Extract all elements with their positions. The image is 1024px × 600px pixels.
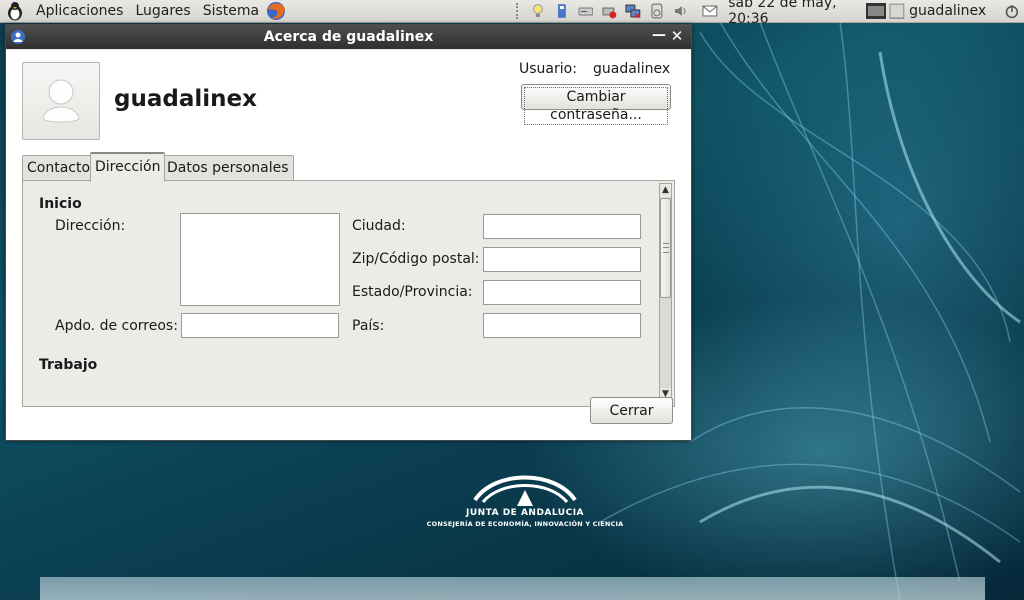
power-icon[interactable] [1004,3,1020,19]
scrollbar-grip [663,243,669,253]
zip-label: Zip/Código postal: [352,251,480,267]
scroll-up-arrow-icon[interactable]: ▲ [660,184,671,197]
media-player-icon[interactable] [649,3,665,19]
printer-error-icon[interactable] [601,3,617,19]
estado-input[interactable] [483,280,641,305]
logo-arcs-icon [473,475,577,506]
change-password-label: Cambiar contraseña... [524,87,668,125]
close-icon[interactable]: ✕ [669,27,685,45]
change-password-button[interactable]: Cambiar contraseña... [521,84,671,125]
network-disconnected-icon[interactable] [625,3,641,19]
panel-username[interactable]: guadalinex [909,3,992,19]
tab-datos-personales[interactable]: Datos personales [162,155,294,181]
menu-sistema[interactable]: Sistema [197,0,265,22]
apdo-label: Apdo. de correos: [55,318,178,334]
hard-drive-icon[interactable] [578,3,594,19]
bottom-panel-strip [40,577,985,600]
distro-logo-icon[interactable] [0,0,30,22]
section-trabajo-heading: Trabajo [39,357,98,373]
user-full-name: guadalinex [114,86,257,112]
estado-label: Estado/Provincia: [352,284,473,300]
usb-drive-icon[interactable] [554,3,570,19]
tab-contacto[interactable]: Contacto [22,155,96,181]
volume-icon[interactable] [673,3,689,19]
direccion-label: Dirección: [55,218,126,234]
lightbulb-icon[interactable] [530,3,546,19]
window-menu-icon[interactable] [10,29,26,45]
top-panel: Aplicaciones Lugares Sistema ▼ sáb 22 de… [0,0,1024,27]
menu-lugares[interactable]: Lugares [129,0,196,22]
zip-input[interactable] [483,247,641,272]
junta-andalucia-logo: JUNTA DE ANDALUCIA CONSEJERÍA DE ECONOMÍ… [425,462,625,552]
ciudad-input[interactable] [483,214,641,239]
close-button[interactable]: Cerrar [590,397,673,424]
mail-icon[interactable] [702,3,718,19]
usuario-value: guadalinex [593,61,671,77]
about-me-dialog: Acerca de guadalinex — ✕ guadalinex Usua… [5,24,692,441]
panel-separator [516,3,522,19]
pais-label: País: [352,318,385,334]
apdo-input[interactable] [181,313,339,338]
menu-aplicaciones[interactable]: Aplicaciones [30,0,129,22]
scrollbar-thumb[interactable] [660,198,671,298]
dialog-titlebar[interactable]: Acerca de guadalinex — ✕ [6,25,691,49]
tab-panel-direccion: Inicio Dirección: Apdo. de correos: Ciud… [22,180,675,407]
ciudad-label: Ciudad: [352,218,406,234]
pais-input[interactable] [483,313,641,338]
minimize-icon[interactable]: — [651,27,667,45]
dialog-content: guadalinex Usuario: guadalinex Cambiar c… [6,50,691,440]
dialog-title: Acerca de guadalinex [263,29,434,45]
tab-direccion[interactable]: Dirección [90,152,166,182]
section-inicio-heading: Inicio [39,196,82,212]
firefox-launcher-icon[interactable] [265,0,287,22]
direccion-textarea[interactable] [180,213,340,306]
user-switcher-icon[interactable] [889,3,905,19]
avatar-button[interactable] [22,62,100,140]
vertical-scrollbar[interactable]: ▲ ▼ [659,183,672,402]
logo-text-junta: JUNTA DE ANDALUCIA [465,508,585,518]
user-avatar-icon [42,79,80,123]
usuario-label: Usuario: [519,61,577,77]
clock-text[interactable]: sáb 22 de may, 20:36 [722,0,885,27]
address-scroll-area[interactable]: Inicio Dirección: Apdo. de correos: Ciud… [25,183,657,402]
logo-text-consejeria: CONSEJERÍA DE ECONOMÍA, INNOVACIÓN Y CIE… [426,520,624,528]
